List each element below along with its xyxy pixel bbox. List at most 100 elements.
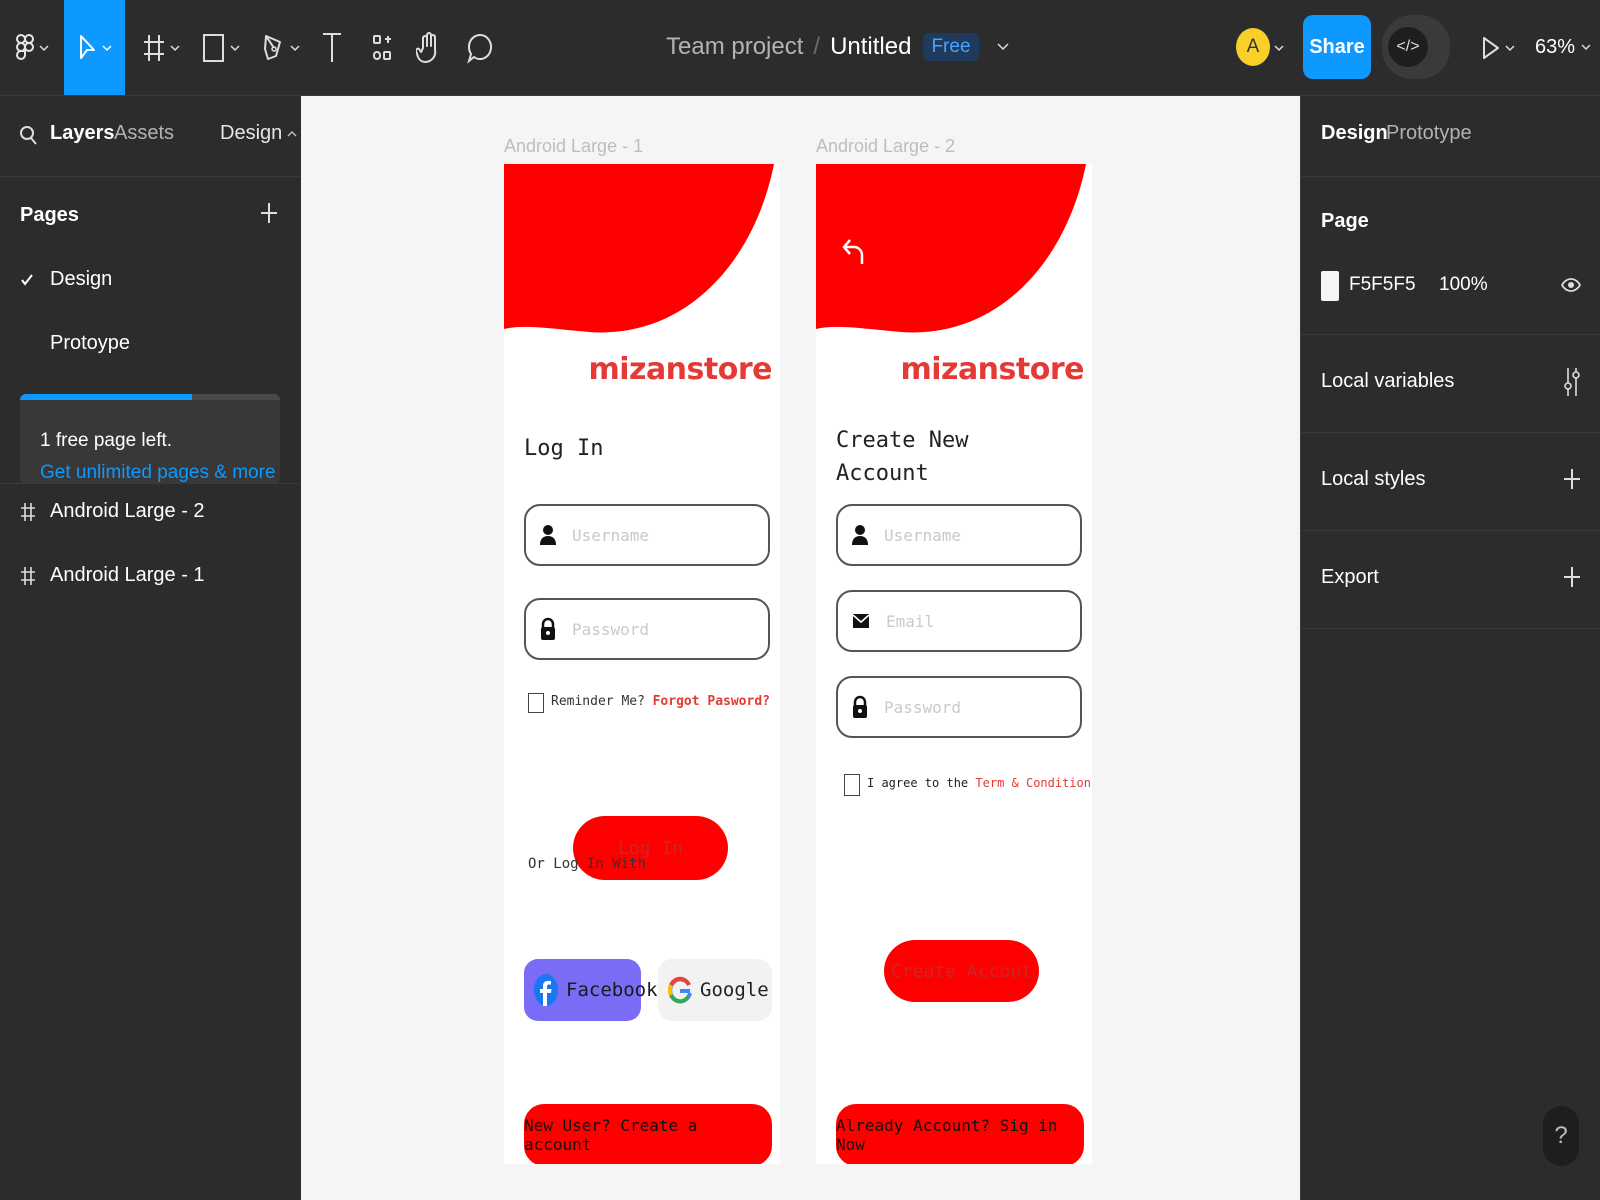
chevron-down-icon xyxy=(1274,44,1284,52)
password-field[interactable]: Password xyxy=(524,598,770,660)
export-title: Export xyxy=(1321,566,1379,588)
email-placeholder: Email xyxy=(886,611,935,631)
avatar-menu-button[interactable] xyxy=(1272,0,1286,95)
page-menu[interactable]: Design xyxy=(220,122,297,145)
pen-tool-button[interactable] xyxy=(258,0,303,95)
upgrade-card: 1 free page left. Get unlimited pages & … xyxy=(20,394,280,484)
plus-icon xyxy=(260,200,278,226)
upgrade-link[interactable]: Get unlimited pages & more xyxy=(40,462,276,484)
username-field[interactable]: Username xyxy=(524,504,770,566)
dev-mode-toggle[interactable]: </> xyxy=(1382,15,1450,79)
layer-item-android-large-2[interactable]: Android Large - 2 xyxy=(20,500,205,523)
form-title-line: Account xyxy=(836,461,929,486)
frame-label[interactable]: Android Large - 2 xyxy=(816,136,955,157)
eye-icon[interactable] xyxy=(1561,276,1581,294)
google-label: Google xyxy=(700,979,769,1001)
components-icon xyxy=(371,32,393,64)
components-tool-button[interactable] xyxy=(368,0,396,95)
page-menu-label: Design xyxy=(220,122,283,144)
chevron-down-icon xyxy=(1581,43,1591,51)
present-button[interactable] xyxy=(1478,0,1518,95)
page-item-design[interactable]: Design xyxy=(20,268,112,291)
progress-fill xyxy=(20,394,192,400)
frame-tool-button[interactable] xyxy=(138,0,183,95)
terms-link[interactable]: Term & Conditions xyxy=(975,776,1092,790)
comment-tool-button[interactable] xyxy=(464,0,496,95)
remember-checkbox[interactable] xyxy=(528,693,544,713)
share-button[interactable]: Share xyxy=(1303,15,1371,79)
create-account-link-button[interactable]: New User? Create a account xyxy=(524,1104,772,1164)
chevron-down-icon[interactable] xyxy=(996,43,1009,51)
help-button[interactable]: ? xyxy=(1543,1106,1579,1166)
shape-tool-icon xyxy=(202,32,226,64)
facebook-icon xyxy=(534,973,558,1007)
mail-icon xyxy=(852,611,870,631)
move-tool-button[interactable] xyxy=(64,0,125,95)
google-login-button[interactable]: Google xyxy=(658,959,772,1021)
page-item-protoype[interactable]: Protoype xyxy=(50,332,130,355)
tab-prototype[interactable]: Prototype xyxy=(1386,122,1472,145)
email-field[interactable]: Email xyxy=(836,590,1082,652)
forgot-password-link[interactable]: Forgot Pasword? xyxy=(653,694,770,709)
facebook-login-button[interactable]: Facebook xyxy=(524,959,658,1021)
check-icon xyxy=(20,273,50,287)
local-variables-section[interactable]: Local variables xyxy=(1301,334,1600,433)
back-arrow-icon[interactable] xyxy=(842,236,868,266)
lock-icon xyxy=(852,695,868,719)
chevron-down-icon xyxy=(229,44,240,52)
chevron-up-icon xyxy=(287,130,297,138)
frame-android-large-2[interactable]: mizanstore Create New Account Username E… xyxy=(816,164,1092,1164)
file-title[interactable]: Untitled xyxy=(830,33,911,61)
create-account-button[interactable]: Create Accout xyxy=(884,940,1039,1002)
frame-label[interactable]: Android Large - 1 xyxy=(504,136,643,157)
left-panel: Layers Assets Design Pages Design Protoy… xyxy=(0,96,302,1200)
fill-hex-value[interactable]: F5F5F5 xyxy=(1349,274,1416,296)
fill-opacity-value[interactable]: 100% xyxy=(1439,274,1488,296)
fill-swatch[interactable] xyxy=(1321,271,1339,301)
terms-checkbox[interactable] xyxy=(844,774,860,796)
text-tool-button[interactable] xyxy=(318,0,346,95)
chevron-down-icon xyxy=(101,44,112,52)
tab-layers[interactable]: Layers xyxy=(50,122,115,145)
plus-icon[interactable] xyxy=(1563,466,1581,492)
local-styles-section[interactable]: Local styles xyxy=(1301,432,1600,531)
search-icon[interactable] xyxy=(20,124,38,146)
facebook-label: Facebook xyxy=(566,979,658,1001)
terms-label: I agree to the Term & Conditions xyxy=(867,776,1092,790)
export-section[interactable]: Export xyxy=(1301,530,1600,629)
play-icon xyxy=(1481,35,1501,61)
shape-tool-button[interactable] xyxy=(198,0,243,95)
divider xyxy=(0,483,301,484)
team-name[interactable]: Team project xyxy=(666,33,803,61)
form-title-line: Create New xyxy=(836,428,969,453)
add-page-button[interactable] xyxy=(260,200,278,226)
google-icon xyxy=(668,974,692,1006)
canvas[interactable]: Android Large - 1 mizanstore Log In User… xyxy=(301,96,1300,1200)
free-pages-progress xyxy=(20,394,280,400)
tab-design[interactable]: Design xyxy=(1321,122,1388,145)
tab-assets[interactable]: Assets xyxy=(114,122,174,145)
password-field[interactable]: Password xyxy=(836,676,1082,738)
path-separator: / xyxy=(813,33,821,60)
frame-android-large-1[interactable]: mizanstore Log In Username Password Remi… xyxy=(504,164,780,1164)
frame-icon xyxy=(20,565,50,587)
local-styles-title: Local styles xyxy=(1321,468,1426,490)
or-login-with-label: Or Log In With xyxy=(528,856,647,872)
sign-in-link-button[interactable]: Already Account? Sig in Now xyxy=(836,1104,1084,1164)
main-menu-button[interactable] xyxy=(12,0,52,95)
left-panel-tabs: Layers Assets Design xyxy=(0,96,301,177)
user-icon xyxy=(852,524,868,546)
avatar[interactable]: A xyxy=(1236,28,1270,66)
plus-icon[interactable] xyxy=(1563,564,1581,590)
chevron-down-icon xyxy=(289,44,300,52)
form-title: Log In xyxy=(524,436,604,461)
hand-tool-button[interactable] xyxy=(414,0,444,95)
chevron-down-icon xyxy=(169,44,180,52)
username-field[interactable]: Username xyxy=(836,504,1082,566)
pen-tool-icon xyxy=(262,32,286,64)
zoom-menu[interactable]: 63% xyxy=(1535,28,1591,66)
file-name[interactable]: Team project / Untitled Free xyxy=(666,28,1009,66)
password-placeholder: Password xyxy=(572,619,650,639)
sliders-icon[interactable] xyxy=(1563,366,1581,398)
layer-item-android-large-1[interactable]: Android Large - 1 xyxy=(20,564,205,587)
